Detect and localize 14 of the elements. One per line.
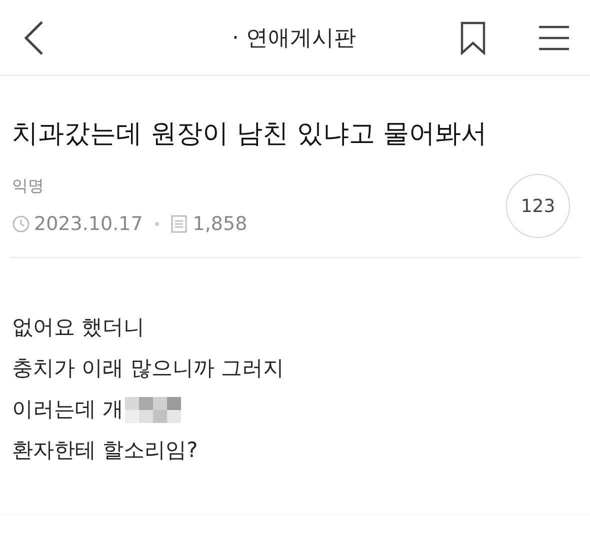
document-icon [170, 215, 187, 234]
comment-count-button[interactable]: 123 [506, 174, 570, 238]
body-line: 없어요 했더니 [12, 314, 145, 342]
author-name: 익명 [12, 175, 45, 197]
menu-icon[interactable] [538, 24, 570, 52]
view-count: 1,858 [192, 212, 248, 237]
bookmark-icon[interactable] [460, 20, 486, 54]
post-title: 치과갔는데 원장이 남친 있냐고 물어봐서 [12, 118, 488, 151]
post-date: 2023.10.17 [34, 212, 143, 237]
body-line: 환자한테 할소리임? [12, 437, 198, 464]
clock-icon [12, 215, 30, 234]
body-line: 이러는데 개 [12, 396, 124, 424]
body-line: 충치가 이래 많으니까 그러지 [12, 355, 284, 382]
board-title: · 연애게시판 [232, 25, 356, 53]
